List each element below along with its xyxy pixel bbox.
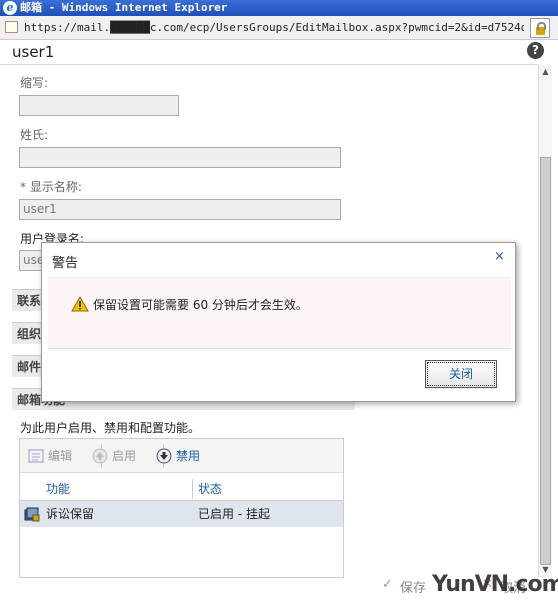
page-title: user1 — [12, 43, 55, 61]
feature-status-cell: 已启用 - 挂起 — [198, 507, 270, 521]
warning-dialog: 警告 × 保留设置可能需要 60 分钟后才会生效。 关闭 — [41, 242, 516, 402]
disable-down-arrow-icon — [156, 448, 172, 464]
edit-button[interactable]: 编辑 — [28, 447, 72, 465]
disable-label: 禁用 — [176, 449, 201, 463]
column-header-status[interactable]: 状态 — [194, 477, 222, 501]
edit-icon — [28, 449, 44, 463]
dialog-title: 警告 — [52, 256, 79, 271]
features-description: 为此用户启用、禁用和配置功能。 — [20, 421, 201, 435]
disable-button[interactable]: 禁用 — [156, 447, 200, 465]
window-title: 邮箱 - Windows Internet Explorer — [20, 1, 228, 14]
features-toolbar: 编辑 启用 禁用 — [20, 439, 343, 473]
page-icon — [5, 21, 18, 33]
initials-label: 缩写: — [20, 76, 49, 90]
displayname-field[interactable]: user1 — [19, 199, 341, 220]
address-bar: https://mail.██████c.com/ecp/UsersGroups… — [0, 16, 558, 40]
scroll-thumb[interactable] — [540, 157, 551, 565]
dialog-body: 保留设置可能需要 60 分钟后才会生效。 — [48, 277, 511, 349]
help-icon[interactable]: ? — [527, 42, 544, 59]
warning-icon — [71, 296, 89, 312]
security-lock-icon[interactable] — [530, 18, 550, 38]
litigation-hold-icon — [24, 507, 40, 522]
dialog-close-button-label: 关闭 — [427, 362, 495, 386]
enable-button[interactable]: 启用 — [92, 447, 136, 465]
initials-field[interactable] — [19, 95, 179, 116]
dialog-close-button[interactable]: 关闭 — [425, 360, 497, 388]
features-table-header: 功能 状态 — [20, 477, 343, 501]
enable-label: 启用 — [112, 449, 137, 463]
scroll-up-arrow-icon[interactable]: ▲ — [539, 65, 552, 79]
window-title-bar: e 邮箱 - Windows Internet Explorer — [0, 0, 558, 16]
edit-label: 编辑 — [48, 449, 73, 463]
features-grid: 编辑 启用 禁用 功能 状态 诉讼保留 已启用 - 挂起 — [19, 438, 344, 578]
close-icon[interactable]: × — [494, 249, 505, 264]
column-header-feature[interactable]: 功能 — [42, 477, 70, 501]
save-button[interactable]: 保存 — [382, 577, 426, 596]
vertical-scrollbar[interactable]: ▲ ▼ — [538, 65, 552, 577]
displayname-label: * 显示名称: — [20, 180, 82, 194]
enable-up-arrow-icon — [92, 448, 108, 464]
dialog-message: 保留设置可能需要 60 分钟后才会生效。 — [93, 298, 308, 312]
feature-name-cell: 诉讼保留 — [46, 507, 95, 521]
ie-logo-icon: e — [3, 1, 17, 15]
table-row[interactable]: 诉讼保留 已启用 - 挂起 — [20, 501, 343, 527]
lastname-label: 姓氏: — [20, 128, 49, 142]
header-divider — [0, 64, 538, 65]
url-field[interactable]: https://mail.██████c.com/ecp/UsersGroups… — [24, 20, 524, 36]
watermark: YunVN.com — [432, 572, 558, 597]
lastname-field[interactable] — [19, 147, 341, 168]
column-separator — [192, 479, 193, 499]
